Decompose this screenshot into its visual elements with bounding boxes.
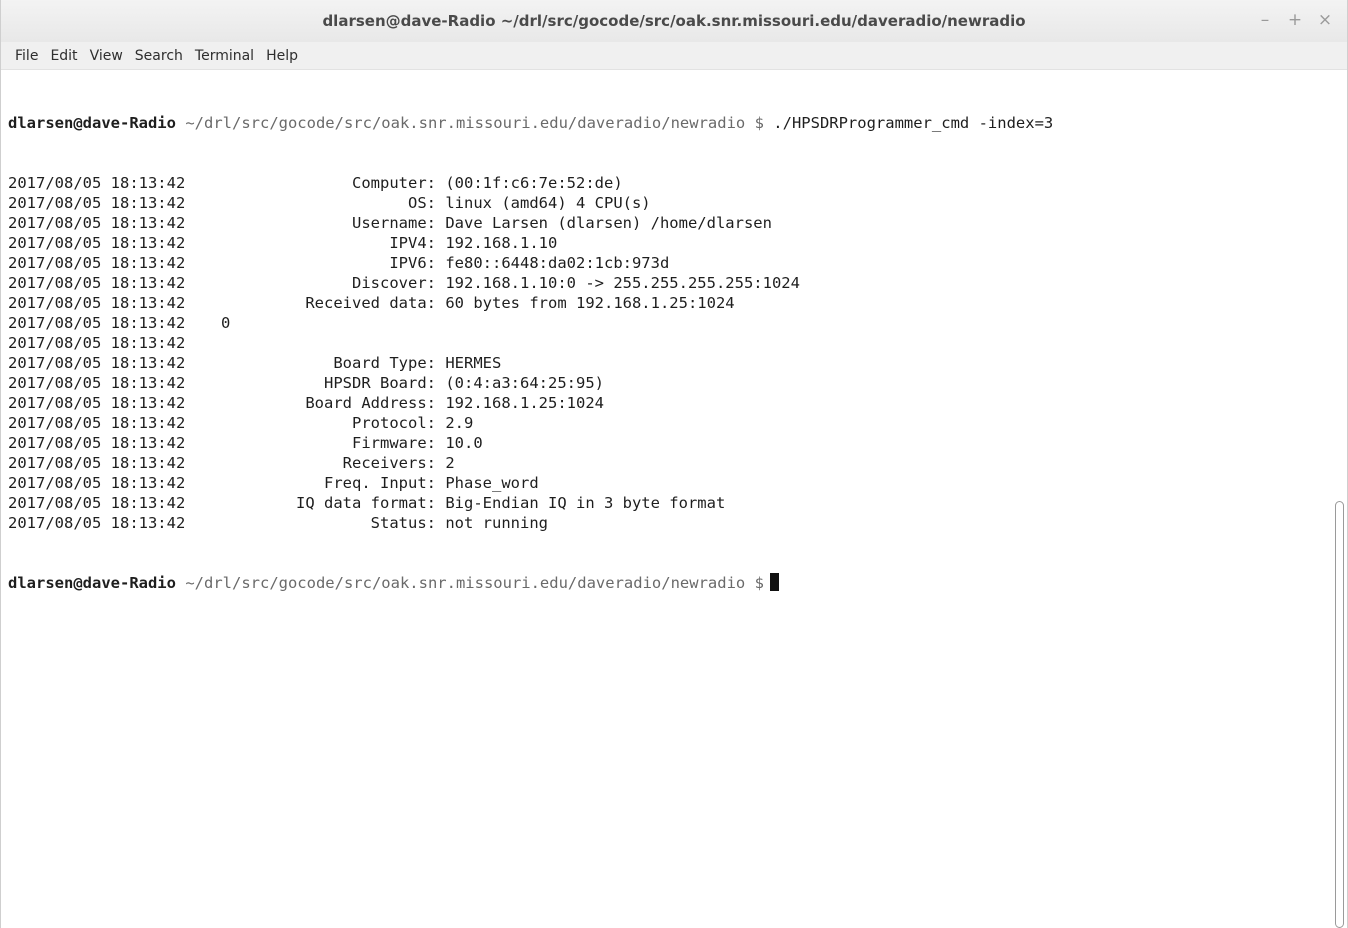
log-key: Received data:: [305, 294, 436, 312]
log-timestamp: 2017/08/05 18:13:42: [8, 214, 186, 232]
log-key: HPSDR Board:: [324, 374, 436, 392]
log-line: 2017/08/05 18:13:42 IPV6: fe80::6448:da02…: [8, 253, 1331, 273]
log-key: Firmware:: [352, 434, 436, 452]
log-key: Freq. Input:: [324, 474, 436, 492]
log-value: 192.168.1.10: [445, 234, 558, 252]
prompt-symbol: $: [754, 114, 764, 132]
log-timestamp: 2017/08/05 18:13:42: [8, 454, 186, 472]
menu-view[interactable]: View: [84, 48, 129, 64]
log-line: 2017/08/05 18:13:42 Discover: 192.168.1.1…: [8, 273, 1331, 293]
log-timestamp: 2017/08/05 18:13:42: [8, 274, 186, 292]
log-line: 2017/08/05 18:13:42 HPSDR Board: (0:4:a3:…: [8, 373, 1331, 393]
log-timestamp: 2017/08/05 18:13:42: [8, 294, 186, 312]
prompt-symbol: $: [754, 574, 764, 592]
window-controls: – + ×: [1257, 10, 1333, 30]
scrollbar-thumb[interactable]: [1335, 501, 1344, 928]
menu-terminal[interactable]: Terminal: [189, 48, 260, 64]
log-value: 2: [445, 454, 455, 472]
log-timestamp: 2017/08/05 18:13:42: [8, 434, 186, 452]
log-timestamp: 2017/08/05 18:13:42: [8, 474, 186, 492]
prompt-path: ~/drl/src/gocode/src/oak.snr.missouri.ed…: [185, 574, 746, 592]
log-key: Board Address:: [305, 394, 436, 412]
log-value: not running: [445, 514, 548, 532]
active-prompt-line[interactable]: dlarsen@dave-Radio ~/drl/src/gocode/src/…: [8, 573, 1331, 593]
log-line: 2017/08/05 18:13:42 IPV4: 192.168.1.10: [8, 233, 1331, 253]
log-line: 2017/08/05 18:13:42 IQ data format: Big-E…: [8, 493, 1331, 513]
log-key: Status:: [370, 514, 436, 532]
log-value: 60 bytes from 192.168.1.25:1024: [445, 294, 735, 312]
text-cursor: [769, 573, 779, 591]
log-output: 2017/08/05 18:13:42 Computer: (00:1f:c6:7…: [8, 173, 1331, 533]
log-value: (00:1f:c6:7e:52:de): [445, 174, 623, 192]
log-timestamp: 2017/08/05 18:13:42: [8, 514, 186, 532]
log-line: 2017/08/05 18:13:42 Freq. Input: Phase_wo…: [8, 473, 1331, 493]
log-timestamp: 2017/08/05 18:13:42: [8, 354, 186, 372]
menu-help[interactable]: Help: [260, 48, 304, 64]
menu-edit[interactable]: Edit: [44, 48, 83, 64]
log-line: 2017/08/05 18:13:42 Status: not running: [8, 513, 1331, 533]
log-value: Dave Larsen (dlarsen) /home/dlarsen: [445, 214, 772, 232]
log-key: Receivers:: [342, 454, 436, 472]
log-value: HERMES: [445, 354, 502, 372]
menu-file[interactable]: File: [9, 48, 44, 64]
log-timestamp: 2017/08/05 18:13:42: [8, 194, 186, 212]
terminal-window: dlarsen@dave-Radio ~/drl/src/gocode/src/…: [0, 0, 1348, 928]
prompt-user: dlarsen@dave-Radio: [8, 114, 176, 132]
title-bar[interactable]: dlarsen@dave-Radio ~/drl/src/gocode/src/…: [1, 0, 1347, 42]
log-line: 2017/08/05 18:13:42 Firmware: 10.0: [8, 433, 1331, 453]
window-title: dlarsen@dave-Radio ~/drl/src/gocode/src/…: [322, 12, 1026, 30]
terminal-output[interactable]: dlarsen@dave-Radio ~/drl/src/gocode/src/…: [1, 71, 1331, 928]
prompt-path: ~/drl/src/gocode/src/oak.snr.missouri.ed…: [185, 114, 746, 132]
log-line: 2017/08/05 18:13:42: [8, 333, 1331, 353]
log-line: 2017/08/05 18:13:42 Board Type: HERMES: [8, 353, 1331, 373]
log-line: 2017/08/05 18:13:42 0: [8, 313, 1331, 333]
log-line: 2017/08/05 18:13:42 Username: Dave Larsen…: [8, 213, 1331, 233]
log-key: IPV6:: [389, 254, 436, 272]
log-key: Board Type:: [333, 354, 436, 372]
menu-search[interactable]: Search: [129, 48, 189, 64]
log-line: 2017/08/05 18:13:42 Board Address: 192.16…: [8, 393, 1331, 413]
log-value: Big-Endian IQ in 3 byte format: [445, 494, 726, 512]
log-value: (0:4:a3:64:25:95): [445, 374, 604, 392]
maximize-icon[interactable]: +: [1287, 10, 1303, 30]
log-value: 10.0: [445, 434, 483, 452]
log-line: 2017/08/05 18:13:42 Computer: (00:1f:c6:7…: [8, 173, 1331, 193]
menu-bar: File Edit View Search Terminal Help: [1, 42, 1347, 70]
log-value: 0: [221, 314, 231, 332]
log-timestamp: 2017/08/05 18:13:42: [8, 254, 186, 272]
log-value: Phase_word: [445, 474, 539, 492]
log-key: Protocol:: [352, 414, 436, 432]
prompt-user: dlarsen@dave-Radio: [8, 574, 176, 592]
close-icon[interactable]: ×: [1317, 10, 1333, 30]
command-text: ./HPSDRProgrammer_cmd -index=3: [773, 114, 1054, 132]
log-key: Computer:: [352, 174, 436, 192]
minimize-icon[interactable]: –: [1257, 10, 1273, 30]
log-key: Username:: [352, 214, 436, 232]
log-timestamp: 2017/08/05 18:13:42: [8, 314, 186, 332]
log-timestamp: 2017/08/05 18:13:42: [8, 414, 186, 432]
log-timestamp: 2017/08/05 18:13:42: [8, 494, 186, 512]
log-key: IQ data format:: [296, 494, 436, 512]
log-key: IPV4:: [389, 234, 436, 252]
log-value: 192.168.1.25:1024: [445, 394, 604, 412]
log-value: linux (amd64) 4 CPU(s): [445, 194, 651, 212]
log-line: 2017/08/05 18:13:42 Protocol: 2.9: [8, 413, 1331, 433]
log-value: 192.168.1.10:0 -> 255.255.255.255:1024: [445, 274, 800, 292]
log-value: 2.9: [445, 414, 474, 432]
log-key: OS:: [408, 194, 436, 212]
log-timestamp: 2017/08/05 18:13:42: [8, 334, 186, 352]
log-line: 2017/08/05 18:13:42 Received data: 60 byt…: [8, 293, 1331, 313]
log-timestamp: 2017/08/05 18:13:42: [8, 174, 186, 192]
log-timestamp: 2017/08/05 18:13:42: [8, 374, 186, 392]
scrollbar[interactable]: [1331, 71, 1347, 928]
command-line: dlarsen@dave-Radio ~/drl/src/gocode/src/…: [8, 113, 1331, 133]
log-timestamp: 2017/08/05 18:13:42: [8, 234, 186, 252]
log-line: 2017/08/05 18:13:42 OS: linux (amd64) 4 C…: [8, 193, 1331, 213]
log-timestamp: 2017/08/05 18:13:42: [8, 394, 186, 412]
log-value: fe80::6448:da02:1cb:973d: [445, 254, 670, 272]
log-key: Discover:: [352, 274, 436, 292]
log-line: 2017/08/05 18:13:42 Receivers: 2: [8, 453, 1331, 473]
